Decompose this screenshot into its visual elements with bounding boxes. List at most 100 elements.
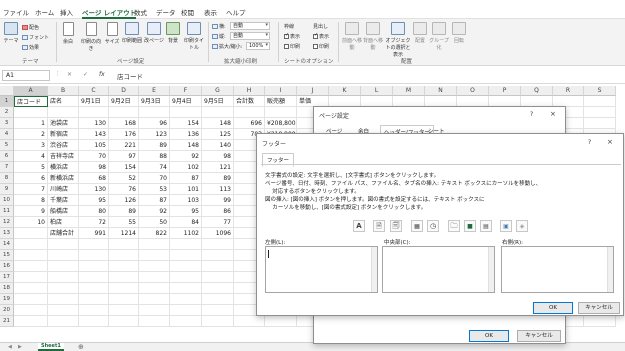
grid-cell[interactable]	[139, 250, 170, 261]
grid-cell[interactable]	[109, 250, 139, 261]
sheet-name-icon[interactable]: ▤	[480, 220, 492, 232]
data-cell[interactable]: 川崎店	[48, 184, 79, 195]
tab-insert[interactable]: 挿入	[60, 7, 73, 17]
data-cell[interactable]: 92	[139, 206, 170, 217]
grid-cell[interactable]	[109, 305, 139, 316]
row-header[interactable]: 21	[0, 316, 14, 327]
data-cell[interactable]: 新横浜店	[48, 173, 79, 184]
align-button[interactable]: 配置	[413, 22, 427, 44]
data-cell[interactable]: 991	[79, 228, 109, 239]
column-header[interactable]: C	[79, 86, 109, 96]
grid-cell[interactable]	[170, 305, 202, 316]
data-cell[interactable]: 渋谷店	[48, 140, 79, 151]
data-cell[interactable]: 8	[14, 195, 48, 206]
row-header[interactable]: 16	[0, 261, 14, 272]
grid-cell[interactable]	[14, 294, 48, 305]
file-name-icon[interactable]: ■	[464, 220, 476, 232]
data-cell[interactable]: 101	[170, 184, 202, 195]
data-cell[interactable]: 87	[139, 195, 170, 206]
data-cell[interactable]: 96	[139, 118, 170, 129]
grid-cell[interactable]	[14, 261, 48, 272]
grid-cell[interactable]	[170, 272, 202, 283]
data-cell[interactable]: 130	[79, 184, 109, 195]
grid-cell[interactable]	[139, 316, 170, 327]
themes-button[interactable]: テーマ	[2, 22, 20, 44]
grid-cell[interactable]	[48, 305, 79, 316]
column-header[interactable]: E	[139, 86, 170, 96]
grid-cell[interactable]	[139, 294, 170, 305]
select-all-corner[interactable]	[0, 86, 14, 96]
bring-forward-button[interactable]: 前面へ移動	[342, 22, 362, 51]
size-button[interactable]: サイズ	[103, 22, 121, 45]
data-cell[interactable]: 86	[202, 206, 234, 217]
fonts-button[interactable]: フォント	[22, 34, 49, 41]
scale-input[interactable]: 100%	[246, 42, 270, 50]
gridlines-view-checkbox[interactable]: 表示	[284, 32, 300, 40]
grid-cell[interactable]	[265, 316, 297, 327]
data-cell[interactable]: 77	[202, 217, 234, 228]
row-header[interactable]: 17	[0, 272, 14, 283]
file-path-icon[interactable]: 🗀	[448, 220, 460, 232]
data-cell[interactable]: 9	[14, 206, 48, 217]
tab-formulas[interactable]: 数式	[134, 7, 147, 17]
height-select[interactable]: 自動	[230, 32, 270, 40]
row-header[interactable]: 3	[0, 118, 14, 129]
data-cell[interactable]: 70	[139, 173, 170, 184]
gridlines-print-checkbox[interactable]: 印刷	[284, 43, 300, 50]
data-cell[interactable]: 柏店	[48, 217, 79, 228]
data-cell[interactable]: 154	[109, 162, 139, 173]
data-cell[interactable]: 10	[14, 217, 48, 228]
header-cell[interactable]: 9月1日	[79, 96, 109, 107]
tab-help[interactable]: ヘルプ	[226, 7, 246, 17]
data-cell[interactable]: 89	[109, 206, 139, 217]
data-cell[interactable]: 1096	[202, 228, 234, 239]
page-setup-cancel-button[interactable]: キャンセル	[517, 330, 561, 342]
grid-cell[interactable]	[109, 283, 139, 294]
orientation-button[interactable]: 印刷の向き	[80, 22, 102, 52]
data-cell[interactable]: 126	[109, 195, 139, 206]
column-header[interactable]: N	[425, 86, 457, 96]
row-header[interactable]: 11	[0, 206, 14, 217]
data-cell[interactable]: 6	[14, 173, 48, 184]
print-titles-button[interactable]: 印刷タイトル	[182, 22, 206, 51]
data-cell[interactable]: 125	[202, 129, 234, 140]
grid-cell[interactable]	[584, 96, 616, 107]
scrollbar[interactable]	[488, 247, 494, 292]
grid-cell[interactable]	[14, 239, 48, 250]
grid-cell[interactable]	[109, 239, 139, 250]
data-cell[interactable]: 97	[109, 151, 139, 162]
data-cell[interactable]: 136	[170, 129, 202, 140]
header-cell[interactable]: 店名	[48, 96, 79, 107]
column-header[interactable]: H	[234, 86, 265, 96]
row-header[interactable]: 1	[0, 96, 14, 107]
data-cell[interactable]: 68	[79, 173, 109, 184]
column-header[interactable]: I	[265, 86, 297, 96]
grid-cell[interactable]	[79, 294, 109, 305]
tab-view[interactable]: 表示	[204, 7, 217, 17]
row-header[interactable]: 2	[0, 107, 14, 118]
data-cell[interactable]: 105	[79, 140, 109, 151]
grid-cell[interactable]	[14, 272, 48, 283]
grid-cell[interactable]	[79, 283, 109, 294]
grid-cell[interactable]	[14, 283, 48, 294]
right-section-textarea[interactable]	[501, 246, 614, 293]
tab-page-layout[interactable]: ページ レイアウト	[82, 7, 137, 19]
data-cell[interactable]: 176	[109, 129, 139, 140]
grid-cell[interactable]	[14, 316, 48, 327]
grid-cell[interactable]	[170, 283, 202, 294]
page-setup-ok-button[interactable]: OK	[469, 330, 509, 342]
grid-cell[interactable]	[202, 316, 234, 327]
data-cell[interactable]: 99	[202, 195, 234, 206]
column-header[interactable]: P	[489, 86, 521, 96]
data-cell[interactable]: 121	[202, 162, 234, 173]
column-header[interactable]: M	[393, 86, 425, 96]
data-cell[interactable]: 140	[202, 140, 234, 151]
data-cell[interactable]: 千葉店	[48, 195, 79, 206]
column-header[interactable]: A	[14, 86, 48, 96]
tab-home[interactable]: ホーム	[35, 7, 54, 17]
grid-cell[interactable]	[79, 107, 109, 118]
formula-input[interactable]: 店コード	[117, 71, 143, 81]
row-header[interactable]: 5	[0, 140, 14, 151]
add-sheet-icon[interactable]: ⊕	[78, 343, 84, 351]
data-cell[interactable]: 89	[139, 140, 170, 151]
